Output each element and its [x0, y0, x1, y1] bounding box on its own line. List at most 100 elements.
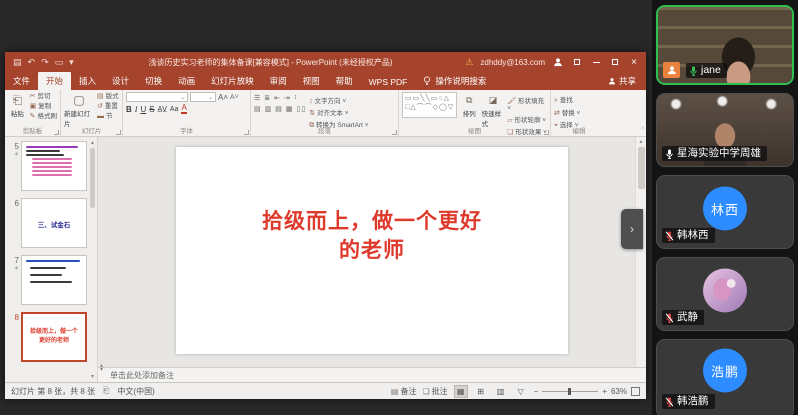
line-spacing-icon[interactable]: ↕	[294, 94, 299, 102]
indent-decrease-icon[interactable]: ⇤	[274, 94, 281, 102]
account-email[interactable]: zdhddy@163.com	[480, 58, 545, 67]
fit-to-window-icon[interactable]	[631, 387, 640, 396]
current-slide[interactable]: 拾级而上，做一个更好 的老师	[176, 147, 568, 354]
quick-styles-button[interactable]: ◪ 快速样式	[482, 92, 505, 128]
cut-button[interactable]: ✂剪切	[30, 92, 57, 101]
redo-icon[interactable]: ↷	[41, 58, 49, 67]
strikethrough-button[interactable]: S	[149, 105, 154, 114]
participant-tile-zhouxiong[interactable]: 星海实验中学周雄	[656, 93, 794, 167]
arrange-button[interactable]: ⧉ 排列	[460, 92, 479, 118]
thumbnail-slide-5[interactable]: 5✶	[7, 141, 89, 191]
align-right-icon[interactable]: ▤	[275, 105, 283, 113]
thumbnail-slide-6[interactable]: 6 三、试金石	[7, 198, 89, 248]
accessibility-icon[interactable]: ⎗	[103, 386, 109, 396]
grow-font-icon[interactable]: A˄	[218, 93, 228, 102]
ribbon-display-options-icon[interactable]	[571, 57, 583, 67]
reading-view-button[interactable]: ▥	[494, 385, 508, 398]
tab-help[interactable]: 帮助	[328, 72, 361, 90]
normal-view-button[interactable]: ▦	[454, 385, 468, 398]
close-button[interactable]: ×	[628, 57, 640, 67]
align-text-button[interactable]: ⇅ 对齐文本 ˅	[309, 107, 368, 117]
clipboard-dialog-launcher[interactable]	[54, 130, 59, 135]
undo-icon[interactable]: ↶	[28, 58, 36, 67]
zoom-in-icon[interactable]: +	[602, 387, 607, 396]
section-button[interactable]: ▬节	[97, 112, 119, 121]
thumbnail-slide-7[interactable]: 7✶	[7, 255, 89, 305]
font-dialog-launcher[interactable]	[244, 130, 249, 135]
change-case-button[interactable]: Aa	[170, 106, 179, 113]
shapes-gallery[interactable]: ▭▭╲╲▭○△□△⌒⌒◇◯▽	[402, 92, 457, 118]
participant-tile-hanlinxi[interactable]: 林西 韩林西	[656, 175, 794, 249]
share-button[interactable]: 共享	[598, 72, 646, 90]
thumbnail-slide-8[interactable]: 8 拾级而上，做一个更好的老师	[7, 312, 89, 362]
drawing-dialog-launcher[interactable]	[544, 130, 549, 135]
shrink-font-icon[interactable]: A˅	[230, 94, 239, 101]
tab-home[interactable]: 开始	[38, 72, 71, 90]
tab-file[interactable]: 文件	[5, 72, 38, 90]
tab-view[interactable]: 视图	[295, 72, 328, 90]
align-center-icon[interactable]: ▥	[265, 105, 273, 113]
italic-button[interactable]: I	[135, 105, 138, 114]
align-left-icon[interactable]: ▤	[254, 105, 262, 113]
bullets-icon[interactable]: ☰	[254, 94, 261, 102]
copy-button[interactable]: ▣复制	[30, 102, 57, 111]
char-spacing-icon[interactable]: A̲V̲	[158, 106, 167, 113]
font-size-combo[interactable]: ⌄	[190, 92, 216, 102]
tab-transitions[interactable]: 切换	[137, 72, 170, 90]
tab-wps-pdf[interactable]: WPS PDF	[361, 74, 416, 90]
tab-insert[interactable]: 插入	[71, 72, 104, 90]
comments-toggle-button[interactable]: ❏批注	[422, 386, 447, 397]
shape-fill-button[interactable]: 🖌 形状填充 ˅	[507, 95, 547, 112]
collapse-ribbon-icon[interactable]: ˆ	[642, 128, 644, 135]
notes-splitter-icon[interactable]: ▴▾	[100, 364, 103, 372]
zoom-out-icon[interactable]: −	[534, 387, 539, 396]
slide-sorter-view-button[interactable]: ⊞	[474, 385, 488, 398]
numbering-icon[interactable]: ≣	[264, 94, 271, 102]
zoom-level[interactable]: 63%	[611, 387, 627, 396]
paste-button[interactable]: ⎗ 粘贴	[8, 92, 27, 118]
shape-outline-button[interactable]: ▱ 形状轮廓 ˅	[507, 114, 547, 124]
start-slideshow-icon[interactable]: ▭	[55, 58, 64, 67]
minimize-button[interactable]	[590, 57, 602, 67]
slideshow-view-button[interactable]: ▽	[514, 385, 528, 398]
slide-title-text[interactable]: 拾级而上，做一个更好 的老师	[176, 207, 568, 266]
zoom-slider[interactable]	[542, 391, 598, 392]
participant-tile-jane[interactable]: jane	[656, 5, 794, 85]
replace-button[interactable]: ⇄ 替换 ˅	[554, 107, 580, 117]
underline-button[interactable]: U	[140, 105, 146, 114]
editor-scrollbar[interactable]: ▴	[635, 137, 646, 367]
find-button[interactable]: ⌕ 查找	[554, 94, 580, 105]
indent-increase-icon[interactable]: ⇥	[284, 94, 291, 102]
columns-icon[interactable]: ▯▯	[297, 105, 307, 113]
text-direction-button[interactable]: ↕ 文字方向 ˅	[309, 95, 368, 105]
font-name-combo[interactable]: ⌄	[126, 92, 188, 102]
slide-canvas[interactable]: 拾级而上，做一个更好 的老师 ▴ ›	[98, 137, 646, 367]
bold-button[interactable]: B	[126, 105, 132, 114]
layout-button[interactable]: ▤版式	[97, 92, 119, 101]
slides-dialog-launcher[interactable]	[116, 130, 121, 135]
format-painter-button[interactable]: ✎格式刷	[30, 112, 57, 121]
language-indicator[interactable]: 中文(中国)	[117, 386, 154, 397]
qat-dropdown-icon[interactable]: ▾	[69, 58, 74, 67]
thumbnail-scrollbar[interactable]: ▴ ▾	[89, 139, 96, 380]
save-icon[interactable]: ▤	[13, 58, 22, 67]
participant-label: 星海实验中学周雄	[662, 146, 767, 161]
notes-pane[interactable]: ▴▾ 单击此处添加备注	[98, 367, 646, 382]
justify-icon[interactable]: ▦	[286, 105, 294, 113]
meeting-panel-collapse-handle[interactable]: ›	[621, 209, 643, 249]
tab-animations[interactable]: 动画	[170, 72, 203, 90]
tell-me-search[interactable]: 操作说明搜索	[415, 72, 494, 90]
tab-review[interactable]: 审阅	[262, 72, 295, 90]
font-color-button[interactable]: A	[181, 104, 186, 114]
tab-design[interactable]: 设计	[104, 72, 137, 90]
account-avatar-icon[interactable]	[552, 57, 564, 67]
new-slide-button[interactable]: ▢ 新建幻灯片	[64, 92, 94, 128]
participant-tile-wujing[interactable]: 武静	[656, 257, 794, 331]
notes-toggle-button[interactable]: ▤备注	[391, 386, 417, 397]
maximize-button[interactable]	[609, 57, 621, 67]
participant-tile-hanhaopeng[interactable]: 浩鹏 韩浩鹏	[656, 339, 794, 415]
license-warning-icon[interactable]: ⚠	[465, 57, 473, 68]
paragraph-dialog-launcher[interactable]	[392, 130, 397, 135]
reset-button[interactable]: ↺重置	[97, 102, 119, 111]
tab-slideshow[interactable]: 幻灯片放映	[203, 72, 262, 90]
